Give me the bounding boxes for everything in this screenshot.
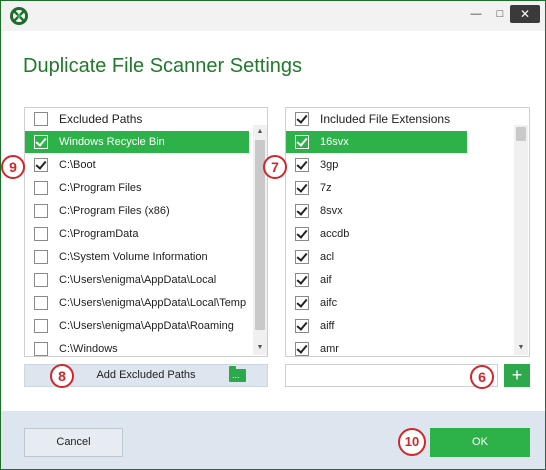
excluded-path-item[interactable]: C:\Users\enigma\AppData\Roaming xyxy=(25,315,249,337)
excluded-path-item[interactable]: C:\Users\enigma\AppData\Local\Temp xyxy=(25,292,249,314)
callout-badge-7: 7 xyxy=(263,155,287,179)
excluded-select-all-checkbox[interactable] xyxy=(34,112,48,126)
settings-window: — □ ✕ Duplicate File Scanner Settings Ex… xyxy=(0,0,546,470)
excluded-path-item[interactable]: C:\Users\enigma\AppData\Local xyxy=(25,269,249,291)
callout-badge-6: 6 xyxy=(470,365,494,389)
excluded-path-label: C:\Program Files (x86) xyxy=(59,205,170,217)
extension-item[interactable]: aifc xyxy=(286,292,467,314)
excluded-path-item[interactable]: Windows Recycle Bin xyxy=(25,131,249,153)
excluded-path-checkbox[interactable] xyxy=(34,204,48,218)
extension-item[interactable]: 8svx xyxy=(286,200,467,222)
included-scroll-thumb[interactable] xyxy=(516,127,526,141)
excluded-path-label: C:\Program Files xyxy=(59,182,142,194)
extension-label: 8svx xyxy=(320,205,343,217)
minimize-button[interactable]: — xyxy=(463,4,489,24)
extension-label: amr xyxy=(320,343,339,355)
title-bar[interactable]: — □ ✕ xyxy=(1,1,545,31)
extension-item[interactable]: 7z xyxy=(286,177,467,199)
excluded-path-label: C:\Users\enigma\AppData\Local xyxy=(59,274,217,286)
extension-label: aif xyxy=(320,274,332,286)
excluded-paths-list[interactable]: Excluded Paths Windows Recycle Bin C:\Bo… xyxy=(24,107,268,357)
excluded-path-checkbox[interactable] xyxy=(34,319,48,333)
included-select-all-checkbox[interactable] xyxy=(295,112,309,126)
callout-badge-9: 9 xyxy=(1,155,25,179)
footer-bar: Cancel OK xyxy=(1,411,545,469)
add-excluded-paths-label: Add Excluded Paths xyxy=(96,369,196,381)
callout-badge-10: 10 xyxy=(398,428,426,456)
excluded-path-item[interactable]: C:\ProgramData xyxy=(25,223,249,245)
excluded-path-checkbox[interactable] xyxy=(34,296,48,310)
excluded-path-checkbox[interactable] xyxy=(34,158,48,172)
ok-button[interactable]: OK xyxy=(430,428,530,457)
excluded-paths-header[interactable]: Excluded Paths xyxy=(25,108,254,130)
extension-label: 3gp xyxy=(320,159,339,171)
extension-label: 16svx xyxy=(320,136,349,148)
extension-checkbox[interactable] xyxy=(295,158,309,172)
extension-item[interactable]: 3gp xyxy=(286,154,467,176)
extension-input[interactable] xyxy=(285,364,498,387)
excluded-path-checkbox[interactable] xyxy=(34,273,48,287)
scroll-down-arrow-icon[interactable]: ▼ xyxy=(253,341,267,355)
extension-label: 7z xyxy=(320,182,332,194)
excluded-path-checkbox[interactable] xyxy=(34,181,48,195)
extension-label: acl xyxy=(320,251,335,263)
extension-checkbox[interactable] xyxy=(295,181,309,195)
scroll-up-arrow-icon[interactable]: ▲ xyxy=(253,125,267,139)
extension-checkbox[interactable] xyxy=(295,342,309,356)
callout-badge-8: 8 xyxy=(50,364,74,388)
cancel-button[interactable]: Cancel xyxy=(24,428,123,457)
excluded-path-checkbox[interactable] xyxy=(34,135,48,149)
excluded-path-checkbox[interactable] xyxy=(34,250,48,264)
excluded-path-item[interactable]: C:\Program Files (x86) xyxy=(25,200,249,222)
extension-checkbox[interactable] xyxy=(295,227,309,241)
page-title: Duplicate File Scanner Settings xyxy=(23,55,303,77)
extension-checkbox[interactable] xyxy=(295,135,309,149)
extension-checkbox[interactable] xyxy=(295,250,309,264)
extension-item[interactable]: amr xyxy=(286,338,467,356)
folder-icon xyxy=(229,366,246,382)
close-button[interactable]: ✕ xyxy=(510,5,540,23)
extension-label: accdb xyxy=(320,228,350,240)
excluded-path-item[interactable]: C:\System Volume Information xyxy=(25,246,249,268)
extension-checkbox[interactable] xyxy=(295,273,309,287)
extension-item[interactable]: acl xyxy=(286,246,467,268)
add-extension-button[interactable]: + xyxy=(504,364,530,387)
extension-item[interactable]: aiff xyxy=(286,315,467,337)
app-logo-icon xyxy=(10,7,28,25)
included-scrollbar[interactable]: ▲ ▼ xyxy=(514,125,528,355)
extension-checkbox[interactable] xyxy=(295,204,309,218)
included-extensions-list[interactable]: Included File Extensions 16svx 3gp 7z 8s… xyxy=(285,107,530,357)
excluded-path-label: Windows Recycle Bin xyxy=(59,136,165,148)
extension-item[interactable]: aif xyxy=(286,269,467,291)
excluded-path-label: C:\Users\enigma\AppData\Roaming xyxy=(59,320,234,332)
excluded-path-item[interactable]: C:\Windows xyxy=(25,338,249,356)
extension-item[interactable]: 16svx xyxy=(286,131,467,153)
excluded-path-label: C:\Boot xyxy=(59,159,96,171)
excluded-paths-header-label: Excluded Paths xyxy=(59,112,143,126)
excluded-path-checkbox[interactable] xyxy=(34,227,48,241)
excluded-path-label: C:\Windows xyxy=(59,343,118,355)
excluded-path-label: C:\Users\enigma\AppData\Local\Temp xyxy=(59,297,247,309)
excluded-path-checkbox[interactable] xyxy=(34,342,48,356)
included-extensions-header-label: Included File Extensions xyxy=(320,112,451,126)
extension-checkbox[interactable] xyxy=(295,319,309,333)
excluded-path-label: C:\ProgramData xyxy=(59,228,139,240)
extension-checkbox[interactable] xyxy=(295,296,309,310)
maximize-button[interactable]: □ xyxy=(491,4,509,24)
scroll-down-arrow-icon[interactable]: ▼ xyxy=(514,341,528,355)
excluded-path-item[interactable]: C:\Program Files xyxy=(25,177,249,199)
excluded-path-label: C:\System Volume Information xyxy=(59,251,208,263)
extension-label: aiff xyxy=(320,320,335,332)
included-extensions-header[interactable]: Included File Extensions xyxy=(286,108,515,130)
excluded-path-item[interactable]: C:\Boot xyxy=(25,154,249,176)
extension-label: aifc xyxy=(320,297,338,309)
extension-item[interactable]: accdb xyxy=(286,223,467,245)
